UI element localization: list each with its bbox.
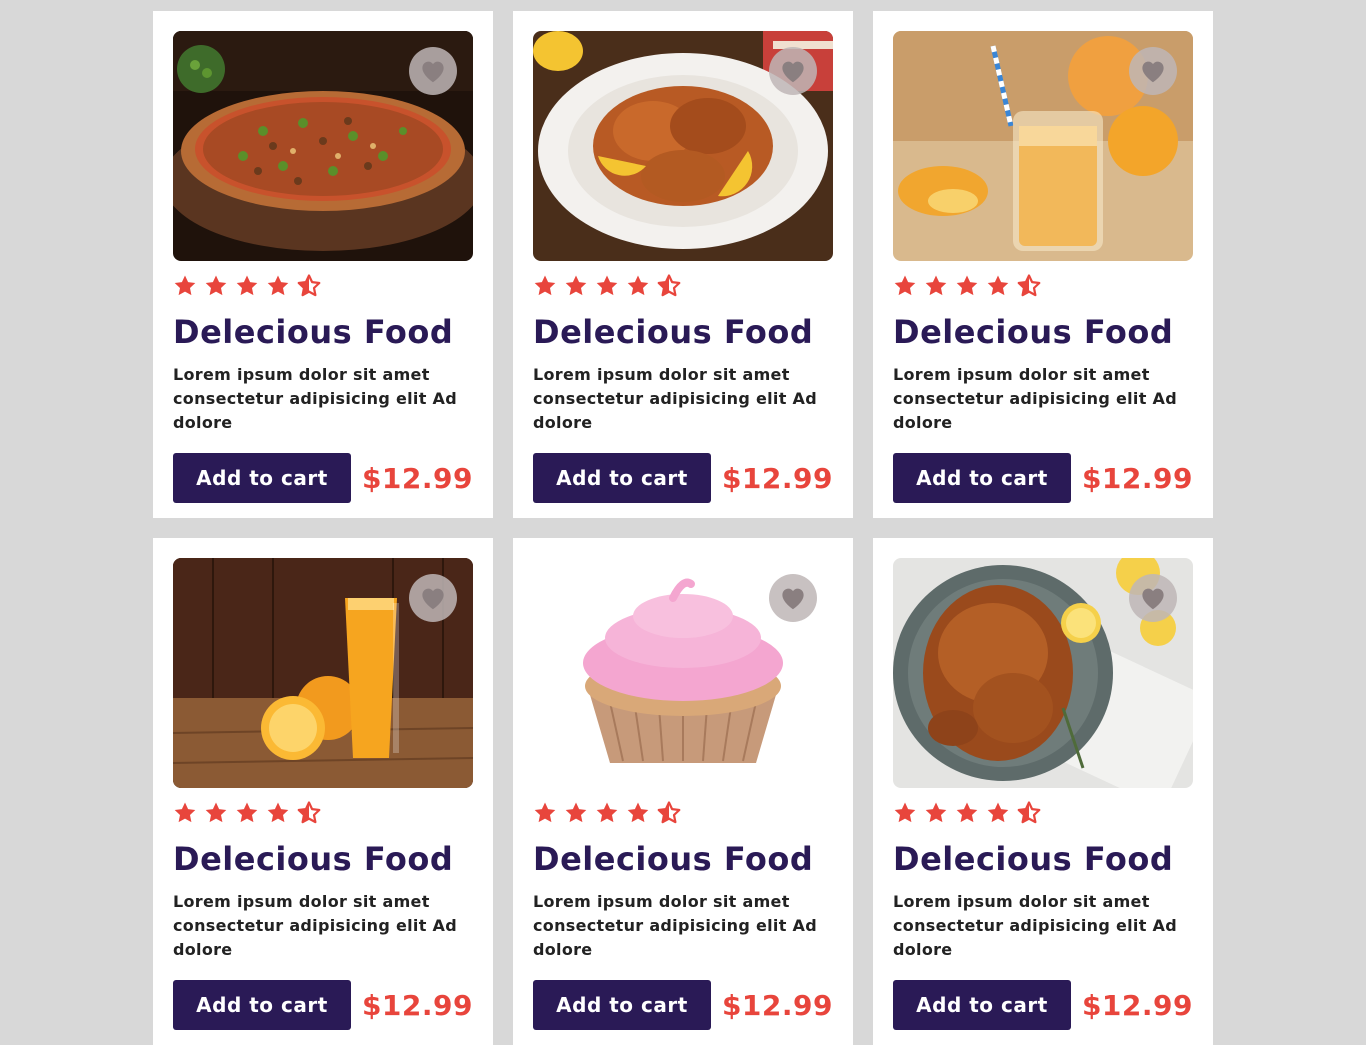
star-icon [595, 274, 619, 298]
product-grid: Delecious Food Lorem ipsum dolor sit ame… [153, 11, 1213, 1045]
product-description: Lorem ipsum dolor sit amet consectetur a… [173, 892, 457, 959]
rating-stars [533, 801, 833, 825]
star-icon [533, 801, 557, 825]
product-card: Delecious Food Lorem ipsum dolor sit ame… [153, 538, 493, 1045]
product-description: Lorem ipsum dolor sit amet consectetur a… [533, 892, 817, 959]
product-card: Delecious Food Lorem ipsum dolor sit ame… [873, 11, 1213, 518]
heart-icon [1138, 56, 1168, 86]
star-half-icon [1017, 274, 1041, 298]
star-icon [986, 274, 1010, 298]
heart-icon [778, 56, 808, 86]
add-to-cart-button[interactable]: Add to cart [173, 453, 351, 503]
star-icon [955, 274, 979, 298]
star-half-icon [657, 274, 681, 298]
star-icon [266, 274, 290, 298]
rating-stars [893, 801, 1193, 825]
favorite-button[interactable] [409, 574, 457, 622]
star-half-icon [1017, 801, 1041, 825]
rating-stars [533, 274, 833, 298]
star-icon [533, 274, 557, 298]
favorite-button[interactable] [769, 47, 817, 95]
add-to-cart-button[interactable]: Add to cart [893, 453, 1071, 503]
star-icon [235, 801, 259, 825]
product-price: $12.99 [721, 461, 833, 495]
product-image [533, 31, 833, 261]
product-title: Delecious Food [173, 840, 454, 878]
product-image [893, 558, 1193, 788]
star-icon [626, 274, 650, 298]
favorite-button[interactable] [1129, 47, 1177, 95]
product-description: Lorem ipsum dolor sit amet consectetur a… [173, 365, 457, 432]
rating-stars [173, 801, 473, 825]
star-icon [204, 274, 228, 298]
product-image [533, 558, 833, 788]
star-half-icon [297, 274, 321, 298]
favorite-button[interactable] [769, 574, 817, 622]
star-half-icon [297, 801, 321, 825]
rating-stars [893, 274, 1193, 298]
star-icon [626, 801, 650, 825]
heart-icon [418, 56, 448, 86]
heart-icon [1138, 583, 1168, 613]
product-image [893, 31, 1193, 261]
favorite-button[interactable] [409, 47, 457, 95]
product-card: Delecious Food Lorem ipsum dolor sit ame… [513, 11, 853, 518]
add-to-cart-button[interactable]: Add to cart [533, 453, 711, 503]
star-icon [893, 801, 917, 825]
product-title: Delecious Food [893, 313, 1174, 351]
star-icon [564, 801, 588, 825]
add-to-cart-button[interactable]: Add to cart [173, 980, 351, 1030]
product-title: Delecious Food [533, 313, 814, 351]
star-icon [595, 801, 619, 825]
star-icon [173, 801, 197, 825]
product-price: $12.99 [1081, 461, 1193, 495]
star-icon [986, 801, 1010, 825]
product-title: Delecious Food [893, 840, 1174, 878]
product-image [173, 31, 473, 261]
star-icon [235, 274, 259, 298]
star-icon [893, 274, 917, 298]
star-icon [204, 801, 228, 825]
heart-icon [778, 583, 808, 613]
product-description: Lorem ipsum dolor sit amet consectetur a… [893, 892, 1177, 959]
star-half-icon [657, 801, 681, 825]
product-price: $12.99 [361, 988, 473, 1022]
product-description: Lorem ipsum dolor sit amet consectetur a… [893, 365, 1177, 432]
rating-stars [173, 274, 473, 298]
heart-icon [418, 583, 448, 613]
product-card: Delecious Food Lorem ipsum dolor sit ame… [153, 11, 493, 518]
product-card: Delecious Food Lorem ipsum dolor sit ame… [873, 538, 1213, 1045]
star-icon [564, 274, 588, 298]
star-icon [955, 801, 979, 825]
add-to-cart-button[interactable]: Add to cart [893, 980, 1071, 1030]
product-price: $12.99 [361, 461, 473, 495]
favorite-button[interactable] [1129, 574, 1177, 622]
product-description: Lorem ipsum dolor sit amet consectetur a… [533, 365, 817, 432]
star-icon [924, 274, 948, 298]
product-price: $12.99 [1081, 988, 1193, 1022]
star-icon [266, 801, 290, 825]
star-icon [924, 801, 948, 825]
product-price: $12.99 [721, 988, 833, 1022]
product-card: Delecious Food Lorem ipsum dolor sit ame… [513, 538, 853, 1045]
product-image [173, 558, 473, 788]
add-to-cart-button[interactable]: Add to cart [533, 980, 711, 1030]
star-icon [173, 274, 197, 298]
product-title: Delecious Food [533, 840, 814, 878]
product-title: Delecious Food [173, 313, 454, 351]
